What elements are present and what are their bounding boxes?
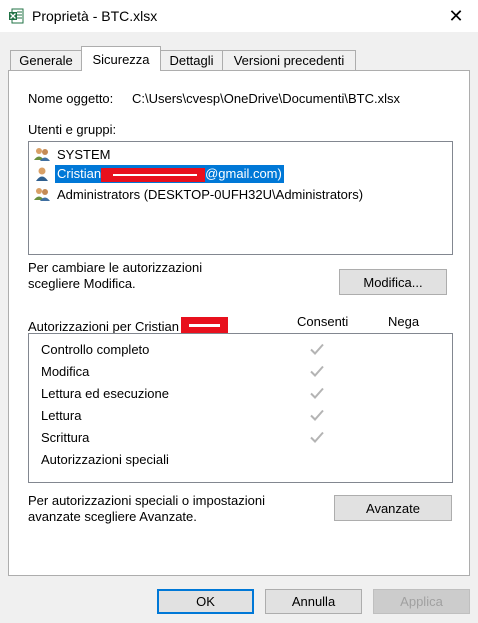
advanced-hint: Per autorizzazioni speciali o impostazio… xyxy=(28,493,265,525)
permission-row: Lettura ed esecuzione xyxy=(41,383,441,403)
users-groups-label: Utenti e gruppi: xyxy=(28,122,117,137)
edit-button[interactable]: Modifica... xyxy=(339,269,447,295)
user-icon xyxy=(36,167,48,181)
properties-dialog: Proprietà - BTC.xlsx ✕ Generale Sicurezz… xyxy=(0,0,478,623)
permission-name: Lettura ed esecuzione xyxy=(41,385,169,401)
list-item-cristian[interactable]: Cristian @gmail.com) xyxy=(31,164,452,184)
hint-line: Per autorizzazioni speciali o impostazio… xyxy=(28,493,266,508)
permission-name: Controllo completo xyxy=(41,341,150,357)
permissions-header-text: Autorizzazioni per Cristian xyxy=(28,319,180,334)
tab-versioni-precedenti[interactable]: Versioni precedenti xyxy=(222,50,356,70)
permission-name: Scrittura xyxy=(41,429,90,445)
permission-name: Autorizzazioni speciali xyxy=(41,451,169,467)
permissions-list: Controllo completo Modifica Lettura ed e… xyxy=(28,333,453,483)
object-name-label: Nome oggetto: xyxy=(28,91,114,106)
ok-button[interactable]: OK xyxy=(157,589,254,614)
change-permissions-hint: Per cambiare le autorizzazioni scegliere… xyxy=(28,260,202,292)
title-bar: Proprietà - BTC.xlsx ✕ xyxy=(0,0,478,32)
excel-file-icon xyxy=(9,8,24,24)
hint-line: avanzate scegliere Avanzate. xyxy=(28,509,197,524)
check-icon xyxy=(310,365,324,377)
apply-button[interactable]: Applica xyxy=(373,589,470,614)
users-group-icon xyxy=(34,188,50,201)
check-icon xyxy=(310,387,324,399)
tab-sicurezza[interactable]: Sicurezza xyxy=(81,46,161,71)
list-item-label: Cristian @gmail.com) xyxy=(55,165,284,183)
list-item-label: SYSTEM xyxy=(57,146,111,162)
permissions-header: Autorizzazioni per Cristian xyxy=(28,314,229,334)
user-name-suffix: @gmail.com) xyxy=(205,166,282,182)
permission-row: Scrittura xyxy=(41,427,441,447)
permission-row: Controllo completo xyxy=(41,339,441,359)
users-group-icon xyxy=(34,148,50,161)
check-icon xyxy=(310,343,324,355)
window-title: Proprietà - BTC.xlsx xyxy=(32,8,158,24)
advanced-button[interactable]: Avanzate xyxy=(334,495,452,521)
list-item-administrators[interactable]: Administrators (DESKTOP-0UFH32U\Administ… xyxy=(31,184,452,204)
list-item-label: Administrators (DESKTOP-0UFH32U\Administ… xyxy=(57,186,364,202)
hint-line: scegliere Modifica. xyxy=(28,276,136,291)
object-name-value: C:\Users\cvesp\OneDrive\Documenti\BTC.xl… xyxy=(132,91,401,106)
deny-column-header: Nega xyxy=(388,314,420,329)
cancel-button[interactable]: Annulla xyxy=(265,589,362,614)
close-button[interactable]: ✕ xyxy=(434,0,478,32)
permission-row: Lettura xyxy=(41,405,441,425)
user-name-prefix: Cristian xyxy=(57,166,102,182)
users-groups-list[interactable]: SYSTEM Cristian @gmail.com) Administrator… xyxy=(28,141,453,255)
allow-column-header: Consenti xyxy=(297,314,349,329)
permission-name: Lettura xyxy=(41,407,82,423)
check-icon xyxy=(310,431,324,443)
tab-dettagli[interactable]: Dettagli xyxy=(160,50,223,70)
permission-row: Autorizzazioni speciali xyxy=(41,449,441,469)
redaction-bar xyxy=(101,167,206,182)
redaction-bar xyxy=(181,317,229,334)
permission-name: Modifica xyxy=(41,363,90,379)
permission-row: Modifica xyxy=(41,361,441,381)
list-item-system[interactable]: SYSTEM xyxy=(31,144,452,164)
hint-line: Per cambiare le autorizzazioni xyxy=(28,260,203,275)
check-icon xyxy=(310,409,324,421)
tab-generale[interactable]: Generale xyxy=(10,50,82,70)
security-panel: Nome oggetto: C:\Users\cvesp\OneDrive\Do… xyxy=(8,70,470,576)
